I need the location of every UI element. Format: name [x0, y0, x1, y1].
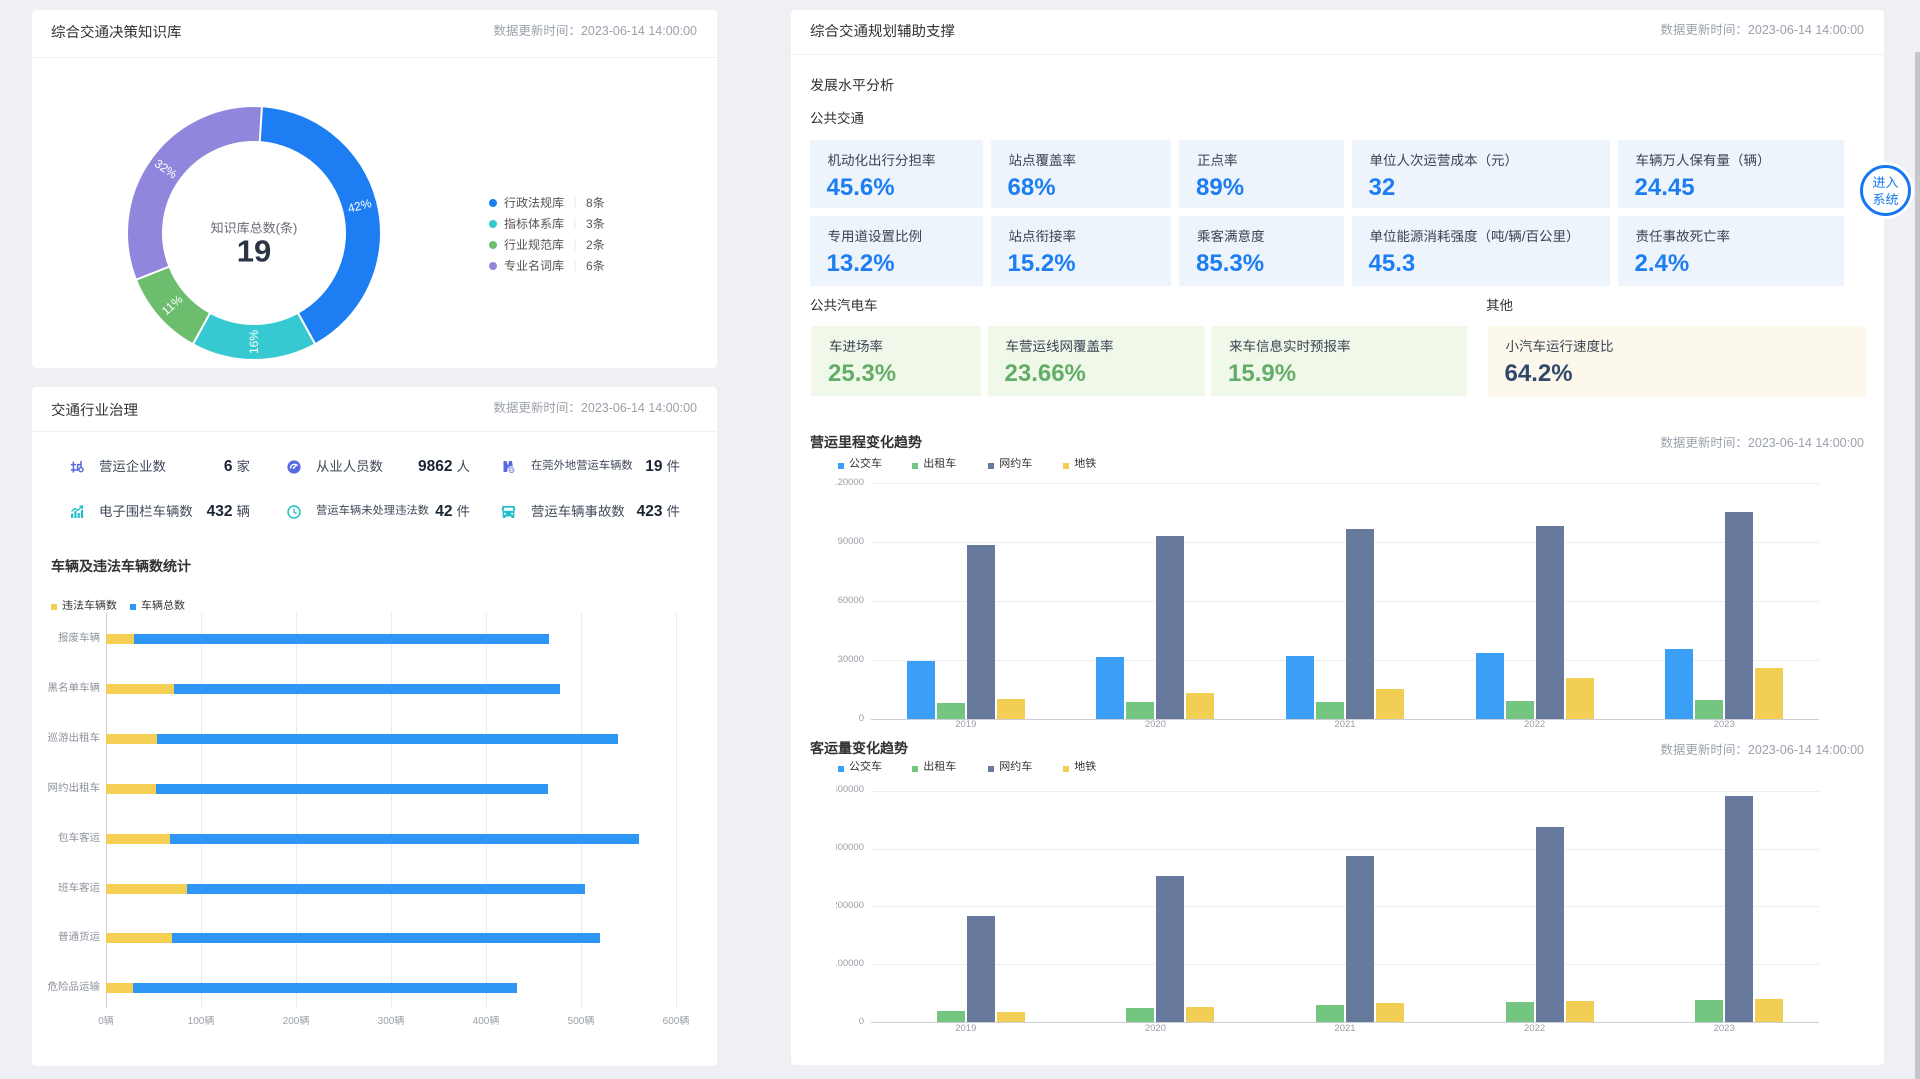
svg-text:16%: 16% — [247, 330, 261, 354]
svg-text:19: 19 — [237, 234, 271, 269]
